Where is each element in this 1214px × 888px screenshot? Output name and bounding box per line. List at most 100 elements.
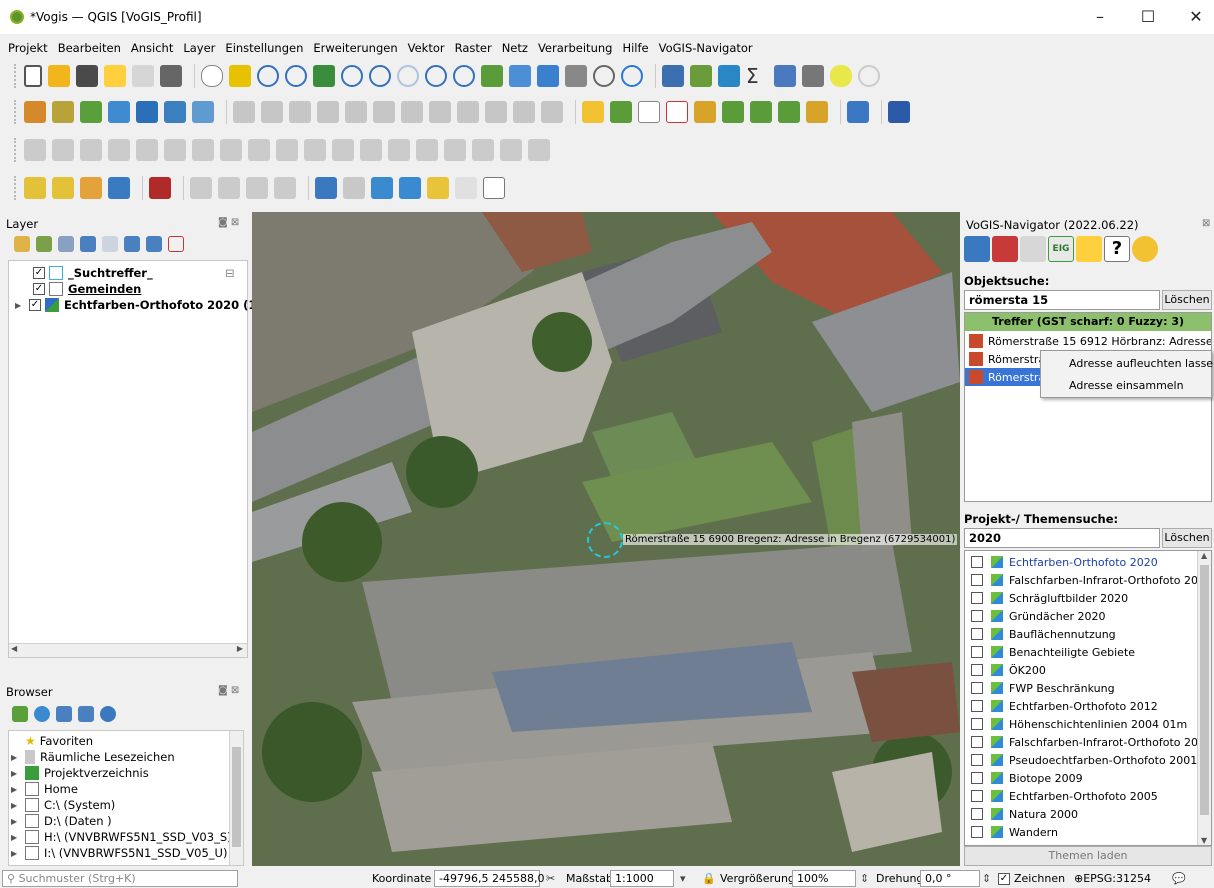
add-raster-icon[interactable]	[108, 101, 130, 123]
theme-item[interactable]: Gründächer 2020	[971, 607, 1106, 625]
documents-icon[interactable]	[1076, 236, 1102, 262]
split-features-icon[interactable]	[360, 139, 382, 161]
rotation-field[interactable]: 0,0 °	[920, 870, 980, 887]
zoom-layer-icon[interactable]	[369, 65, 391, 87]
new-layout-icon[interactable]	[132, 65, 154, 87]
expand-arrow-icon[interactable]: ▶	[11, 785, 21, 794]
fill-ring-icon[interactable]	[220, 139, 242, 161]
minimize-icon[interactable]: –	[1080, 6, 1120, 28]
label-change-icon[interactable]	[778, 101, 800, 123]
add-feature-icon[interactable]	[317, 101, 339, 123]
bookmark-icon[interactable]	[537, 65, 559, 87]
add-wms-icon[interactable]	[164, 101, 186, 123]
vertex-tool-icon[interactable]	[345, 101, 367, 123]
zoom-out-icon[interactable]	[285, 65, 307, 87]
trim-extend-icon[interactable]	[528, 139, 550, 161]
expand-arrow-icon[interactable]: ▶	[15, 301, 25, 310]
browser-item-bookmarks[interactable]: ▶ Räumliche Lesezeichen	[11, 749, 175, 765]
add-group-icon[interactable]	[36, 236, 52, 252]
theme-item[interactable]: Echtfarben-Orthofoto 2020	[971, 553, 1158, 571]
layer-checkbox[interactable]: ✓	[33, 267, 45, 279]
rotation-stepper-icon[interactable]: ⇕	[982, 872, 991, 885]
browser-item-drive-i[interactable]: ▶ I:\ (VNVBRWFS5N1_SSD_V05_U)	[11, 845, 227, 861]
theme-checkbox[interactable]	[971, 700, 983, 712]
new-map-view-icon[interactable]	[481, 65, 503, 87]
add-db-icon[interactable]	[136, 101, 158, 123]
field-calc-icon[interactable]	[246, 177, 268, 199]
theme-item[interactable]: Echtfarben-Orthofoto 2012	[971, 697, 1158, 715]
help-icon[interactable]	[888, 101, 910, 123]
menu-vogis-navigator[interactable]: VoGIS-Navigator	[659, 38, 753, 58]
zoom-extent-icon[interactable]	[964, 236, 990, 262]
lock-scale-icon[interactable]: 🔒	[702, 872, 716, 885]
layer-checkbox[interactable]: ✓	[29, 299, 41, 311]
expand-arrow-icon[interactable]: ▶	[11, 833, 21, 842]
filter-browser-icon[interactable]	[56, 706, 72, 722]
scale-field[interactable]: 1:1000	[610, 870, 674, 887]
refresh-icon[interactable]	[34, 706, 50, 722]
load-themes-button[interactable]: Themen laden	[964, 846, 1212, 866]
theme-checkbox[interactable]	[971, 826, 983, 838]
theme-item[interactable]: Falschfarben-Infrarot-Orthofoto 2012	[971, 733, 1211, 751]
label-show-icon[interactable]	[694, 101, 716, 123]
move-feature-icon[interactable]	[80, 139, 102, 161]
theme-checkbox[interactable]	[971, 682, 983, 694]
deselect-icon[interactable]	[80, 177, 102, 199]
text-annotation-icon[interactable]	[483, 177, 505, 199]
select-location-icon[interactable]	[108, 177, 130, 199]
modify-attributes-icon[interactable]	[373, 101, 395, 123]
copy-icon[interactable]	[457, 101, 479, 123]
label-icon[interactable]	[582, 101, 604, 123]
pan-icon[interactable]	[201, 65, 223, 87]
menu-item-collect-address[interactable]: Adresse einsammeln	[1069, 379, 1184, 392]
dock-controls-icon[interactable]: ◙ ⊠	[218, 685, 239, 696]
help-icon[interactable]: ?	[1104, 236, 1130, 262]
theme-checkbox[interactable]	[971, 574, 983, 586]
expand-all-icon[interactable]	[124, 236, 140, 252]
maximize-icon[interactable]: ☐	[1128, 6, 1168, 28]
label-move-icon[interactable]	[722, 101, 744, 123]
render-checkbox[interactable]: ✓	[998, 873, 1010, 885]
annotation-icon[interactable]	[830, 65, 852, 87]
split-parts-icon[interactable]	[388, 139, 410, 161]
select-value-icon[interactable]	[52, 177, 74, 199]
add-virtual-icon[interactable]	[192, 101, 214, 123]
delete-icon[interactable]	[401, 101, 423, 123]
render-toggle[interactable]: ✓ Zeichnen	[998, 872, 1065, 885]
expand-arrow-icon[interactable]: ▶	[11, 801, 21, 810]
open-project-icon[interactable]	[48, 65, 70, 87]
measure-icon[interactable]	[774, 65, 796, 87]
simplify-icon[interactable]	[136, 139, 158, 161]
menu-projekt[interactable]: Projekt	[8, 38, 48, 58]
show-bookmarks-icon[interactable]	[565, 65, 587, 87]
redo-icon[interactable]	[541, 101, 563, 123]
crs-button[interactable]: ⊕EPSG:31254	[1074, 872, 1151, 885]
filter-expression-icon[interactable]	[102, 236, 118, 252]
annotation-line-icon[interactable]	[399, 177, 421, 199]
eig-icon[interactable]: EIG	[1048, 236, 1074, 262]
layer-item-orthofoto[interactable]: ▶ ✓ Echtfarben-Orthofoto 2020 (10	[15, 297, 264, 313]
label-diagram-icon[interactable]	[806, 101, 828, 123]
vertical-scrollbar[interactable]: ▲ ▼	[1197, 551, 1211, 845]
messages-icon[interactable]: 💬	[1172, 872, 1186, 885]
style-manager-icon[interactable]	[160, 65, 182, 87]
theme-item[interactable]: Wandern	[971, 823, 1058, 841]
add-part-icon[interactable]	[192, 139, 214, 161]
theme-item[interactable]: FWP Beschränkung	[971, 679, 1115, 697]
theme-checkbox[interactable]	[971, 736, 983, 748]
label-pin-icon[interactable]	[638, 101, 660, 123]
statistics-icon[interactable]	[718, 65, 740, 87]
browser-item-favoriten[interactable]: ★ Favoriten	[25, 733, 93, 749]
zoom-full-icon[interactable]	[313, 65, 335, 87]
theme-item[interactable]: Falschfarben-Infrarot-Orthofoto 2020	[971, 571, 1211, 589]
save-edits-icon[interactable]	[289, 101, 311, 123]
theme-checkbox[interactable]	[971, 772, 983, 784]
layer-item-gemeinden[interactable]: ✓ Gemeinden	[33, 281, 141, 297]
temporal-controller-icon[interactable]	[593, 65, 615, 87]
scale-dropdown-icon[interactable]: ▾	[680, 872, 686, 885]
browser-item-drive-d[interactable]: ▶ D:\ (Daten )	[11, 813, 112, 829]
filter-legend-icon[interactable]	[80, 236, 96, 252]
curve-icon[interactable]	[52, 139, 74, 161]
annotation-polygon-icon[interactable]	[371, 177, 393, 199]
rotate-feature-icon[interactable]	[108, 139, 130, 161]
